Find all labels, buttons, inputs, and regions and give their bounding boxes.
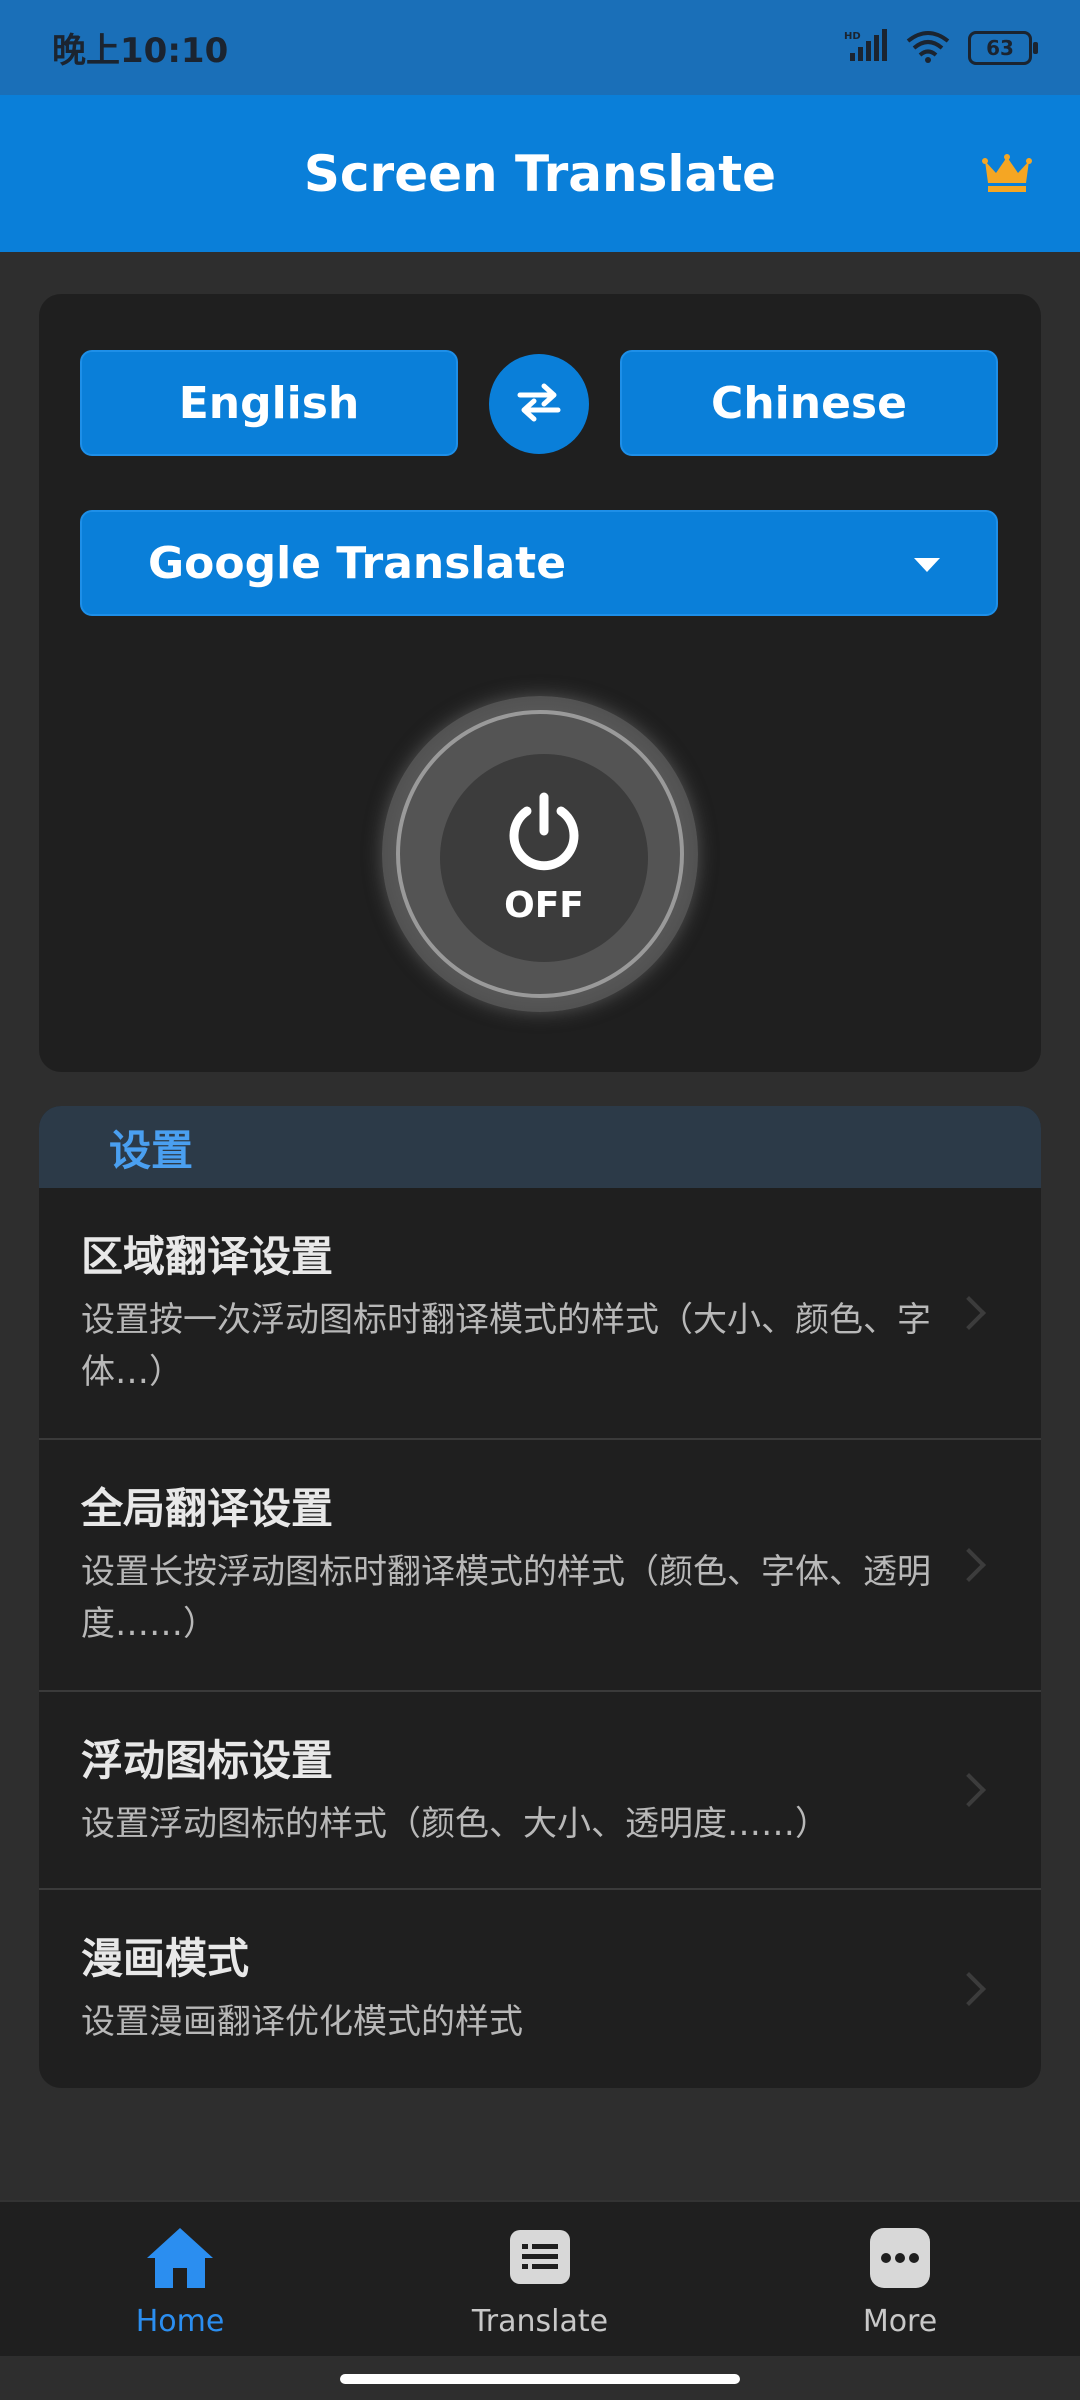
- setting-region-translate[interactable]: 区域翻译设置 设置按一次浮动图标时翻译模式的样式（大小、颜色、字体…）: [39, 1188, 1041, 1440]
- status-icons: HD 63: [844, 28, 1038, 67]
- swap-icon: [516, 382, 562, 426]
- nav-more-label: More: [862, 2304, 938, 2339]
- app-bar: Screen Translate: [0, 95, 1080, 252]
- source-language-button[interactable]: English: [80, 350, 458, 456]
- power-button[interactable]: OFF: [382, 696, 698, 1012]
- setting-title: 区域翻译设置: [81, 1232, 334, 1281]
- settings-card: 设置 区域翻译设置 设置按一次浮动图标时翻译模式的样式（大小、颜色、字体…） 全…: [39, 1106, 1041, 2088]
- more-icon: [868, 2226, 932, 2294]
- status-time: 晚上10:10: [52, 31, 229, 71]
- translator-card: English Chinese Google Translate OFF: [39, 294, 1041, 1072]
- power-inner: OFF: [440, 754, 648, 962]
- nav-more[interactable]: More: [750, 2202, 1050, 2339]
- setting-manga-mode[interactable]: 漫画模式 设置漫画翻译优化模式的样式: [39, 1890, 1041, 2088]
- nav-translate[interactable]: Translate: [390, 2202, 690, 2339]
- swap-languages-button[interactable]: [489, 354, 589, 454]
- translation-engine-select[interactable]: Google Translate: [80, 510, 998, 616]
- setting-title: 漫画模式: [81, 1934, 250, 1983]
- app-title: Screen Translate: [303, 144, 777, 203]
- chevron-right-icon: [952, 1296, 986, 1330]
- setting-desc: 设置漫画翻译优化模式的样式: [81, 2002, 523, 2042]
- signal-icon: HD: [844, 28, 888, 67]
- home-icon: [145, 2226, 215, 2294]
- translate-icon: [508, 2226, 572, 2294]
- chevron-right-icon: [952, 1773, 986, 1807]
- nav-translate-label: Translate: [471, 2304, 609, 2339]
- wifi-icon: [906, 29, 950, 67]
- chevron-right-icon: [952, 1972, 986, 2006]
- target-language-button[interactable]: Chinese: [620, 350, 998, 456]
- engine-label: Google Translate: [148, 537, 567, 589]
- setting-global-translate[interactable]: 全局翻译设置 设置长按浮动图标时翻译模式的样式（颜色、字体、透明度……）: [39, 1440, 1041, 1692]
- setting-title: 浮动图标设置: [81, 1736, 334, 1785]
- setting-desc: 设置按一次浮动图标时翻译模式的样式（大小、颜色、字体…）: [81, 1300, 931, 1392]
- power-ring: OFF: [396, 710, 684, 998]
- home-indicator[interactable]: [340, 2374, 740, 2384]
- bottom-nav: Home Translate More: [0, 2200, 1080, 2356]
- settings-header: 设置: [39, 1106, 1041, 1188]
- network-type: HD: [844, 31, 861, 42]
- nav-home[interactable]: Home: [30, 2202, 330, 2339]
- setting-floating-icon[interactable]: 浮动图标设置 设置浮动图标的样式（颜色、大小、透明度……）: [39, 1692, 1041, 1890]
- crown-icon[interactable]: [982, 153, 1032, 197]
- caret-down-icon: [914, 558, 940, 572]
- chevron-right-icon: [952, 1548, 986, 1582]
- setting-desc: 设置长按浮动图标时翻译模式的样式（颜色、字体、透明度……）: [81, 1552, 931, 1644]
- setting-title: 全局翻译设置: [81, 1484, 334, 1533]
- battery-icon: 63: [968, 30, 1038, 65]
- power-icon: [502, 791, 586, 879]
- status-bar: 晚上10:10 HD 63: [0, 0, 1080, 95]
- nav-home-label: Home: [135, 2304, 225, 2339]
- setting-desc: 设置浮动图标的样式（颜色、大小、透明度……）: [81, 1804, 829, 1844]
- power-state-label: OFF: [504, 884, 584, 926]
